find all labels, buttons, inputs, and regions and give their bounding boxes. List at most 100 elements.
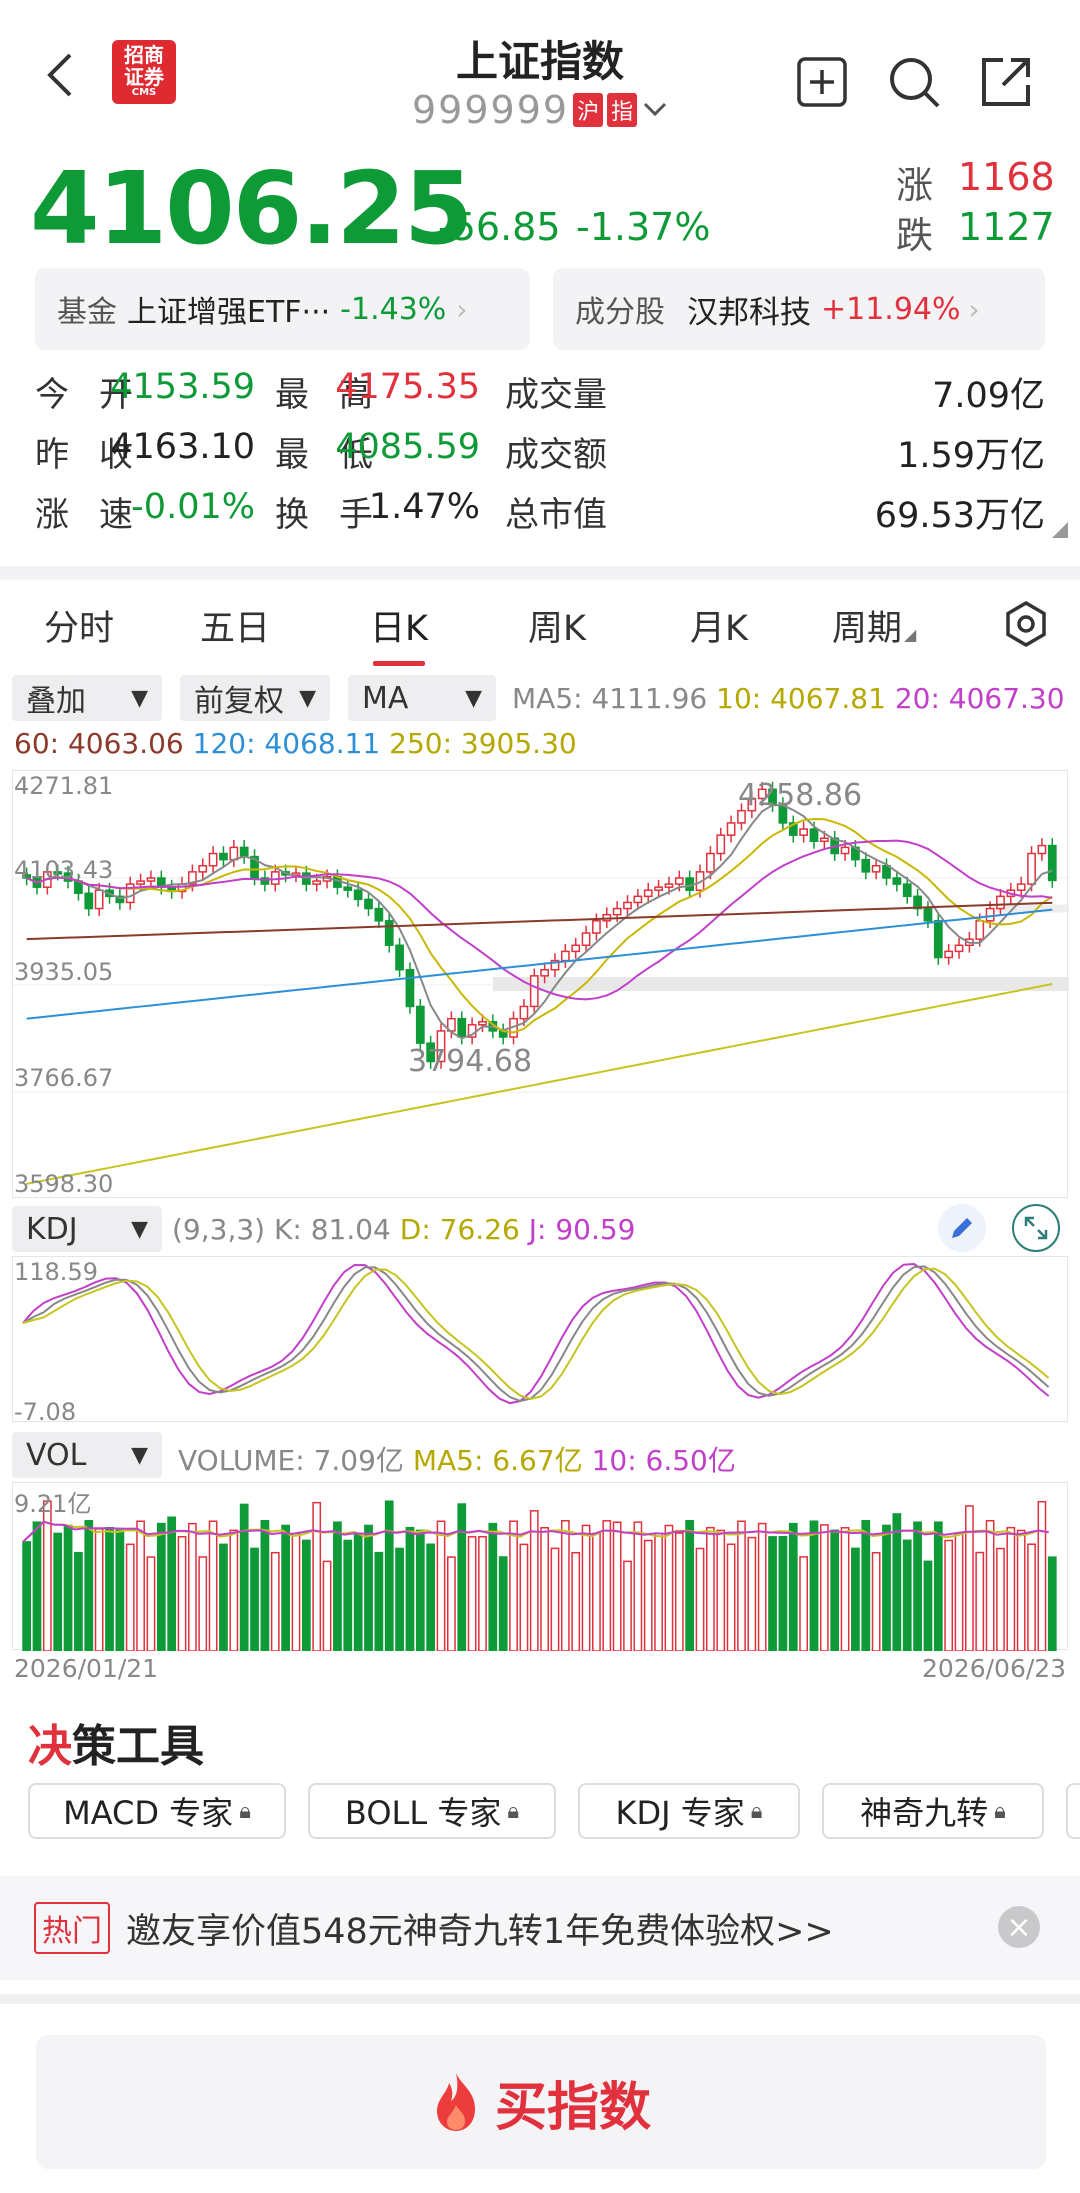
candle <box>415 1005 425 1044</box>
kdj-chart[interactable] <box>12 1256 1068 1422</box>
candle <box>529 975 539 1008</box>
volume-bar <box>32 1521 42 1652</box>
vol-dropdown[interactable]: VOL ▼ <box>12 1432 162 1478</box>
ma10-value: 10: 4067.81 <box>716 682 886 715</box>
volume-bar <box>1016 1529 1026 1652</box>
tool-button[interactable]: MACD 专家 🔒︎ <box>28 1783 286 1839</box>
edit-pencil-icon[interactable] <box>938 1204 986 1252</box>
lock-icon: 🔒︎ <box>507 1798 520 1824</box>
expand-icon[interactable] <box>1012 1204 1060 1252</box>
stat-value: 4175.35 <box>335 367 480 407</box>
tab-label: 日K <box>370 609 428 649</box>
stat-label-char: 昨 <box>35 435 69 475</box>
volume-bar <box>74 1551 83 1652</box>
tools-title-accent: 决 <box>28 1721 72 1772</box>
promo-banner[interactable]: 热门 邀友享价值548元神奇九转1年免费体验权>> × <box>0 1876 1080 1980</box>
volume-chart[interactable] <box>12 1482 1068 1652</box>
candle <box>84 892 94 910</box>
tool-button[interactable]: BOLL 专家 🔒︎ <box>308 1783 556 1839</box>
kdj-axis-bottom: -7.08 <box>14 1398 77 1426</box>
tab-label: 周K <box>528 609 586 649</box>
overlay-dropdown[interactable]: 叠加 ▼ <box>12 675 162 721</box>
chart-settings-icon[interactable] <box>996 594 1056 654</box>
candle <box>612 907 622 916</box>
volume-bar <box>270 1551 280 1652</box>
tab-5[interactable]: 周期 ◢ <box>832 600 916 651</box>
candle <box>519 1005 529 1020</box>
tab-3[interactable]: 周K <box>528 600 586 651</box>
volume-bar <box>612 1521 622 1652</box>
volume-bar <box>343 1539 353 1652</box>
dropdown-caret-icon: ▼ <box>131 685 148 711</box>
tab-0[interactable]: 分时 <box>44 600 114 651</box>
adjust-dropdown[interactable]: 前复权 ▼ <box>180 675 330 721</box>
volume-bar <box>1047 1556 1057 1652</box>
candle <box>478 1020 487 1026</box>
volume-bar <box>301 1539 311 1652</box>
candle <box>633 895 643 904</box>
candle <box>405 968 415 1008</box>
tab-1[interactable]: 五日 <box>200 600 270 651</box>
volume-bar <box>560 1520 570 1652</box>
date-end: 2026/06/23 <box>922 1654 1067 1683</box>
tab-2[interactable]: 日K <box>370 600 428 666</box>
candle <box>1016 883 1026 891</box>
tool-button[interactable]: KDJ 专家 🔒︎ <box>578 1783 800 1839</box>
promo-tag: 热门 <box>34 1902 110 1954</box>
candle <box>239 846 249 858</box>
volume-bar <box>478 1535 487 1652</box>
up-label: 涨 <box>896 164 933 207</box>
volume-bar <box>488 1522 498 1652</box>
volume-bar <box>882 1524 891 1652</box>
ma60-line <box>26 901 1053 941</box>
price-change: -56.85 <box>438 205 561 249</box>
volume-bar <box>1006 1526 1016 1652</box>
ma60-value: 60: 4063.06 <box>14 727 184 760</box>
volume-bar <box>871 1552 881 1652</box>
up-count: 1168 <box>958 155 1055 199</box>
volume-bar <box>447 1556 456 1652</box>
candle <box>136 880 145 885</box>
volume-bar <box>84 1520 94 1652</box>
volume-bar <box>63 1524 73 1652</box>
close-icon[interactable]: × <box>998 1906 1040 1948</box>
kdj-values: (9,3,3) K: 81.04 D: 76.26 J: 90.59 <box>172 1213 635 1246</box>
kdj-dropdown[interactable]: KDJ ▼ <box>12 1206 162 1252</box>
kdj-d-line <box>22 1267 1050 1400</box>
buy-index-button[interactable]: 买指数 <box>36 2035 1046 2169</box>
related-fund-card[interactable]: 基金 上证增强ETF··· -1.43% › <box>35 268 530 350</box>
adjust-label: 前复权 <box>194 684 284 719</box>
add-watchlist-icon[interactable] <box>792 52 852 112</box>
tool-button[interactable] <box>1066 1783 1080 1839</box>
kline-chart[interactable] <box>12 770 1069 1198</box>
candle <box>892 877 902 885</box>
tab-label: 月K <box>690 609 748 649</box>
volume-bar <box>726 1543 736 1652</box>
stat-label-char: 换 <box>275 495 309 535</box>
tab-4[interactable]: 月K <box>690 600 748 651</box>
search-icon[interactable] <box>884 52 944 112</box>
volume-bar <box>788 1522 798 1652</box>
lock-icon: 🔒︎ <box>750 1798 763 1824</box>
candle <box>312 880 322 885</box>
active-tab-indicator <box>372 661 425 666</box>
ma20-value: 20: 4067.30 <box>894 682 1065 715</box>
indicator-dropdown[interactable]: MA ▼ <box>348 675 496 721</box>
candle <box>270 871 280 885</box>
candle <box>146 877 156 882</box>
high-marker: 4258.86 <box>738 778 863 813</box>
price-change-pct: -1.37% <box>576 205 711 249</box>
constituent-card[interactable]: 成分股 汉邦科技 +11.94% › <box>553 268 1045 350</box>
tool-label: MACD 专家 <box>63 1794 234 1832</box>
candle <box>540 968 550 977</box>
volume-bar <box>933 1521 943 1652</box>
overlay-label: 叠加 <box>26 684 86 719</box>
stat-value: -0.01% <box>131 487 255 527</box>
code-selector[interactable]: 999999 沪 指 <box>412 88 669 132</box>
volume-bar <box>94 1528 104 1652</box>
share-icon[interactable] <box>976 52 1036 112</box>
volume-bar <box>333 1521 342 1652</box>
tool-button[interactable]: 神奇九转 🔒︎ <box>822 1783 1044 1839</box>
candle <box>654 886 663 891</box>
candle <box>395 944 404 971</box>
